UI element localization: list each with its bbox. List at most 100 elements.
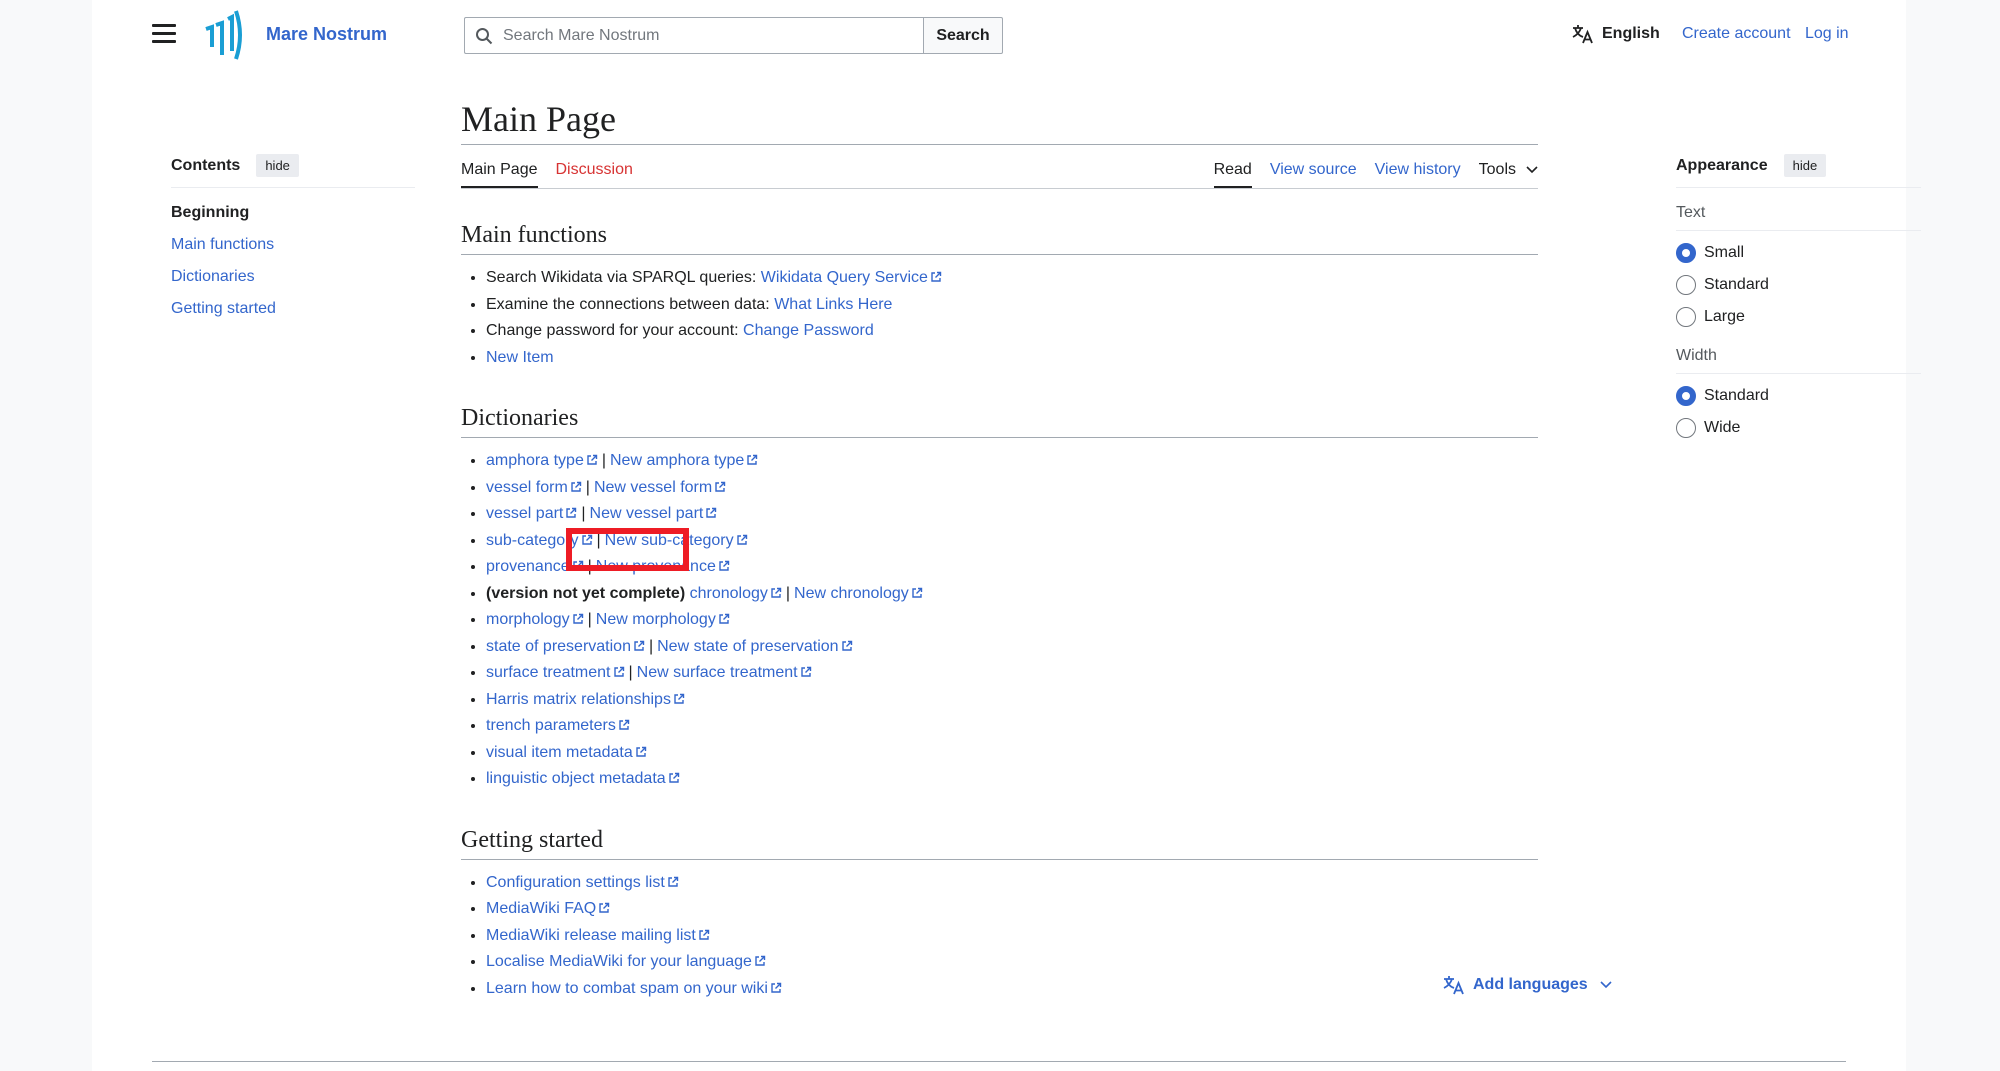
footer-divider [152, 1061, 1846, 1062]
translate-icon [1443, 976, 1464, 995]
separator: | [587, 558, 592, 575]
external-link-icon [771, 982, 782, 993]
external-link-icon [719, 560, 730, 571]
external-link-icon [706, 507, 717, 518]
appearance-panel: Appearance hide Text Small Standard Larg… [1676, 154, 1921, 444]
tab-discussion[interactable]: Discussion [556, 161, 633, 188]
appearance-hide-button[interactable]: hide [1783, 154, 1827, 177]
external-link-icon [572, 613, 583, 624]
width-wide-radio[interactable]: Wide [1676, 412, 1921, 444]
page-title: Main Page [461, 98, 1538, 145]
getting-started-link[interactable]: Configuration settings list [486, 874, 679, 891]
dictionary-link[interactable]: linguistic object metadata [486, 770, 680, 787]
text-size-large-radio[interactable]: Large [1676, 301, 1921, 333]
radio-empty-icon [1676, 418, 1696, 438]
search-button[interactable]: Search [923, 17, 1003, 54]
item-link[interactable]: Wikidata Query Service [761, 269, 942, 286]
dictionary-link[interactable]: vessel part [486, 505, 577, 522]
list-item: sub-category |New sub-category [486, 530, 1538, 557]
getting-started-link[interactable]: Learn how to combat spam on your wiki [486, 980, 782, 997]
new-dictionary-link[interactable]: New chronology [794, 585, 923, 602]
dictionary-link[interactable]: chronology [690, 585, 782, 602]
separator: | [628, 664, 633, 681]
radio-label: Small [1704, 244, 1745, 261]
text-size-label: Text [1676, 204, 1921, 231]
dictionary-link-text: vessel form [486, 478, 568, 496]
dictionary-link[interactable]: visual item metadata [486, 744, 647, 761]
text-size-standard-radio[interactable]: Standard [1676, 269, 1921, 301]
list-item: Configuration settings list [486, 872, 1538, 899]
new-dictionary-link-text: New surface treatment [636, 664, 798, 681]
item-link-text: New Item [486, 348, 554, 366]
item-link[interactable]: What Links Here [774, 296, 892, 313]
new-dictionary-link[interactable]: New provenance [596, 558, 730, 575]
dictionary-link-text: trench parameters [486, 717, 616, 734]
new-dictionary-link-text: New sub-category [604, 531, 734, 549]
dictionary-link-text: surface treatment [486, 664, 611, 681]
dictionary-link[interactable]: amphora type [486, 452, 598, 469]
item-link-text: What Links Here [774, 295, 893, 313]
separator: | [596, 531, 601, 549]
toc-item-getting-started[interactable]: Getting started [171, 300, 415, 332]
tab-read[interactable]: Read [1213, 161, 1252, 188]
external-link-icon [719, 613, 730, 624]
getting-started-link[interactable]: Localise MediaWiki for your language [486, 953, 766, 970]
tools-menu[interactable]: Tools [1479, 161, 1538, 188]
external-link-icon [771, 587, 782, 598]
width-standard-radio[interactable]: Standard [1676, 380, 1921, 412]
new-dictionary-link[interactable]: New morphology [596, 611, 730, 628]
translate-icon [1572, 25, 1593, 44]
item-link[interactable]: New Item [486, 349, 554, 366]
radio-label: Standard [1704, 276, 1769, 293]
external-link-icon [755, 955, 766, 966]
new-dictionary-link[interactable]: New state of preservation [657, 638, 852, 655]
dictionary-link[interactable]: surface treatment [486, 664, 625, 681]
main-menu-icon[interactable] [152, 24, 176, 46]
new-dictionary-link[interactable]: New surface treatment [637, 664, 812, 681]
new-dictionary-link[interactable]: New vessel part [590, 505, 718, 522]
text-size-small-radio[interactable]: Small [1676, 237, 1921, 269]
new-dictionary-link[interactable]: New amphora type [610, 452, 758, 469]
dictionary-link[interactable]: sub-category [486, 532, 593, 549]
tab-view-history[interactable]: View history [1375, 161, 1461, 188]
list-item: morphology |New morphology [486, 609, 1538, 636]
language-switcher[interactable]: English [1572, 24, 1660, 44]
search-input[interactable] [503, 26, 903, 45]
toc-item-beginning[interactable]: Beginning [171, 204, 415, 236]
external-link-icon [800, 666, 811, 677]
dictionary-link[interactable]: vessel form [486, 479, 582, 496]
chevron-down-icon [1526, 166, 1538, 174]
list-item: vessel part |New vessel part [486, 503, 1538, 530]
toc-item-dictionaries[interactable]: Dictionaries [171, 268, 415, 300]
dictionary-link[interactable]: morphology [486, 611, 584, 628]
new-dictionary-link-text: New amphora type [610, 452, 745, 469]
new-dictionary-link[interactable]: New sub-category [605, 532, 748, 549]
toc-item-main-functions[interactable]: Main functions [171, 236, 415, 268]
add-languages-button[interactable]: Add languages [1443, 975, 1612, 995]
radio-selected-icon [1676, 243, 1696, 263]
item-link[interactable]: Change Password [743, 322, 874, 339]
site-logo[interactable] [202, 7, 246, 63]
search-box[interactable] [464, 17, 923, 54]
dictionary-link[interactable]: state of preservation [486, 638, 645, 655]
site-name-link[interactable]: Mare Nostrum [266, 24, 387, 45]
getting-started-link[interactable]: MediaWiki FAQ [486, 900, 610, 917]
external-link-icon [571, 481, 581, 492]
new-dictionary-link[interactable]: New vessel form [594, 479, 726, 496]
main-functions-list: Search Wikidata via SPARQL queries: Wiki… [461, 267, 1538, 373]
dictionary-link[interactable]: provenance [486, 558, 584, 575]
dictionary-link[interactable]: Harris matrix relationships [486, 691, 685, 708]
external-link-icon [566, 507, 577, 518]
heading-getting-started: Getting started [461, 827, 1538, 860]
login-link[interactable]: Log in [1805, 25, 1849, 42]
tab-view-source[interactable]: View source [1270, 161, 1357, 188]
toc-title: Contents [171, 156, 241, 174]
dictionary-link[interactable]: trench parameters [486, 717, 630, 734]
getting-started-link[interactable]: MediaWiki release mailing list [486, 927, 710, 944]
toc-hide-button[interactable]: hide [256, 154, 299, 177]
separator: | [581, 505, 586, 522]
external-link-icon [912, 587, 922, 598]
create-account-link[interactable]: Create account [1682, 25, 1791, 42]
separator: | [585, 478, 590, 496]
tab-main-page[interactable]: Main Page [461, 161, 538, 188]
